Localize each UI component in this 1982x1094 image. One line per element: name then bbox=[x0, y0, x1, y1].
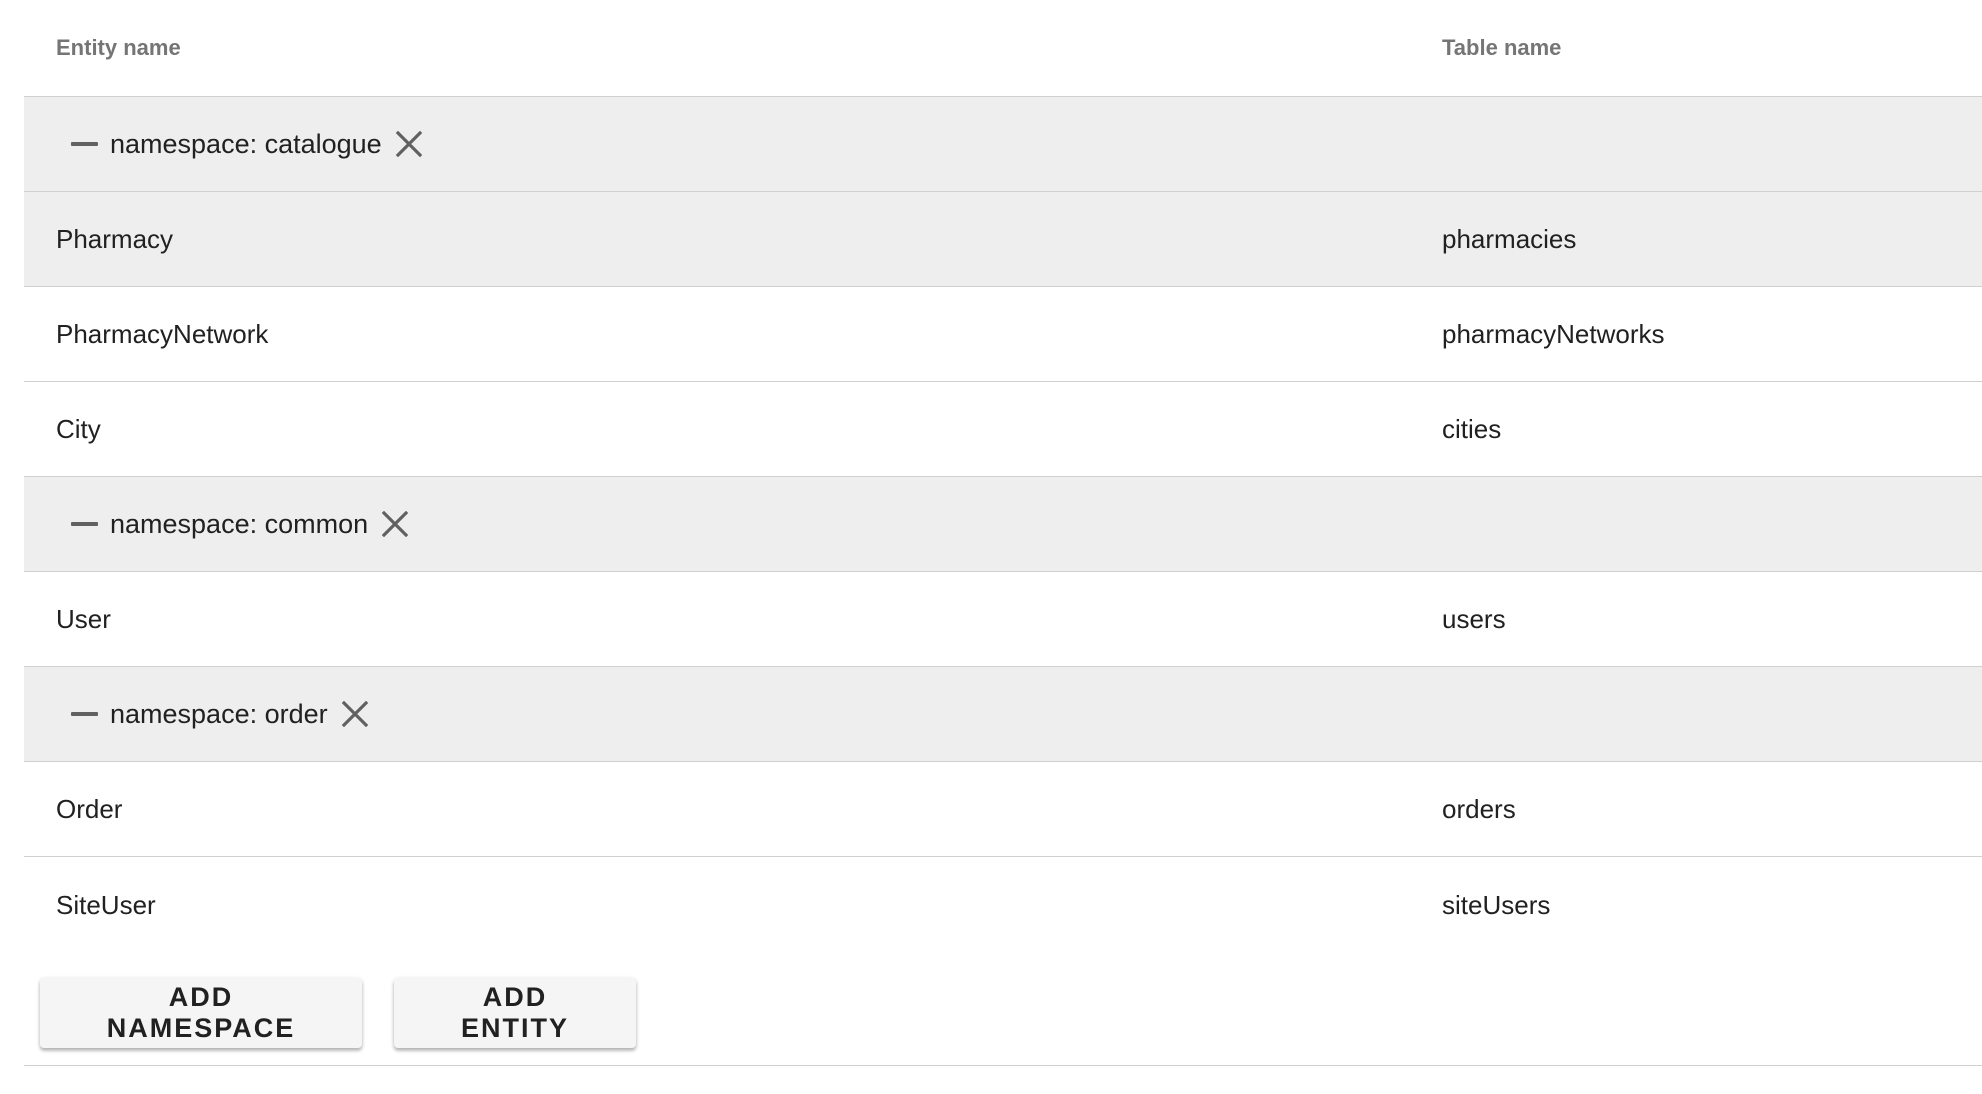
column-header-entity-name[interactable]: Entity name bbox=[56, 33, 181, 63]
table-row[interactable]: City cities bbox=[24, 382, 1982, 477]
minus-icon[interactable] bbox=[70, 124, 98, 164]
close-icon[interactable] bbox=[378, 507, 412, 541]
entity-name-cell: City bbox=[56, 414, 101, 444]
add-namespace-button[interactable]: ADD NAMESPACE bbox=[40, 978, 362, 1048]
table-name-cell: users bbox=[1442, 604, 1506, 634]
entity-name-cell: User bbox=[56, 604, 111, 634]
table-actions: ADD NAMESPACE ADD ENTITY bbox=[24, 950, 1982, 1066]
namespace-row-common: namespace: common bbox=[24, 477, 1982, 572]
table-name-cell: orders bbox=[1442, 794, 1516, 824]
minus-icon[interactable] bbox=[70, 694, 98, 734]
table-name-cell: cities bbox=[1442, 414, 1502, 444]
table-name-cell: pharmacies bbox=[1442, 224, 1577, 254]
minus-icon[interactable] bbox=[70, 504, 98, 544]
table-row[interactable]: PharmacyNetwork pharmacyNetworks bbox=[24, 287, 1982, 382]
close-icon[interactable] bbox=[392, 127, 426, 161]
entity-name-cell: Order bbox=[56, 794, 123, 824]
namespace-label: namespace: catalogue bbox=[110, 128, 382, 159]
table-row[interactable]: Order orders bbox=[24, 762, 1982, 857]
namespace-label: namespace: order bbox=[110, 698, 328, 729]
table-name-cell: pharmacyNetworks bbox=[1442, 319, 1665, 349]
entity-table: Entity name Table name namespace: catalo… bbox=[24, 0, 1982, 952]
entity-name-cell: PharmacyNetwork bbox=[56, 319, 269, 349]
namespace-label: namespace: common bbox=[110, 508, 369, 539]
table-header: Entity name Table name bbox=[24, 0, 1982, 97]
close-icon[interactable] bbox=[338, 697, 372, 731]
table-row[interactable]: SiteUser siteUsers bbox=[24, 857, 1982, 952]
entity-name-cell: SiteUser bbox=[56, 889, 156, 920]
entity-name-cell: Pharmacy bbox=[56, 224, 174, 254]
namespace-row-catalogue: namespace: catalogue bbox=[24, 97, 1982, 192]
table-row[interactable]: User users bbox=[24, 572, 1982, 667]
namespace-row-order: namespace: order bbox=[24, 667, 1982, 762]
column-header-table-name[interactable]: Table name bbox=[1442, 33, 1561, 63]
add-entity-button[interactable]: ADD ENTITY bbox=[394, 978, 636, 1048]
table-name-cell: siteUsers bbox=[1442, 889, 1551, 920]
table-row[interactable]: Pharmacy pharmacies bbox=[24, 192, 1982, 287]
